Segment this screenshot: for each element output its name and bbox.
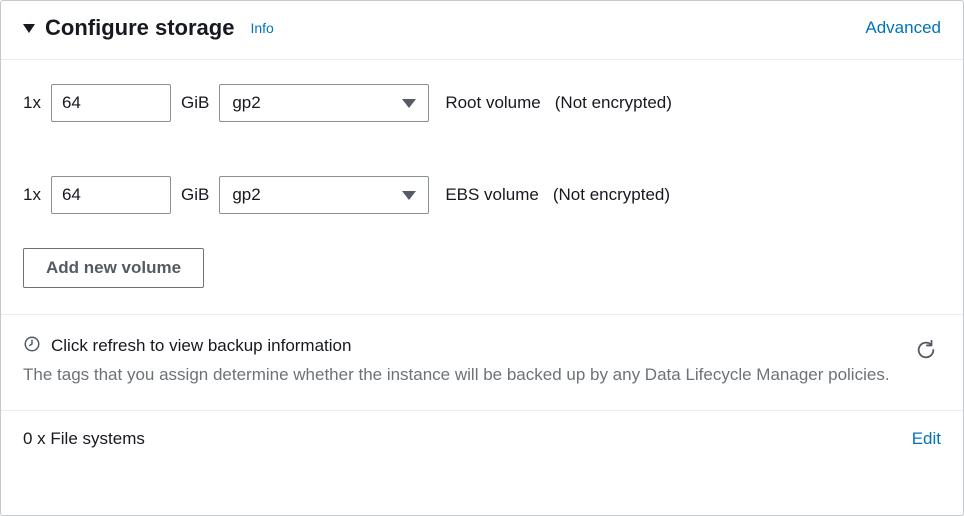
- volume-type-value: gp2: [232, 93, 260, 113]
- volume-row-root: 1x GiB gp2 Root volume (Not encrypted): [23, 84, 941, 122]
- volume-label: EBS volume: [445, 185, 539, 205]
- backup-description: The tags that you assign determine wheth…: [23, 362, 911, 388]
- volume-encryption: (Not encrypted): [553, 185, 670, 205]
- backup-title: Click refresh to view backup information: [51, 336, 351, 356]
- clock-icon: [23, 335, 41, 356]
- collapse-toggle-icon[interactable]: [23, 24, 35, 33]
- info-link[interactable]: Info: [250, 20, 273, 36]
- volume-unit: GiB: [181, 185, 209, 205]
- volume-label: Root volume: [445, 93, 540, 113]
- advanced-link[interactable]: Advanced: [865, 18, 941, 38]
- panel-header: Configure storage Info Advanced: [1, 1, 963, 60]
- volume-unit: GiB: [181, 93, 209, 113]
- volume-type-select[interactable]: gp2: [219, 176, 429, 214]
- volume-row-ebs: 1x GiB gp2 EBS volume (Not encrypted): [23, 176, 941, 214]
- volume-type-value: gp2: [232, 185, 260, 205]
- panel-body: 1x GiB gp2 Root volume (Not encrypted) 1…: [1, 60, 963, 314]
- refresh-button[interactable]: [911, 335, 941, 368]
- filesystem-edit-link[interactable]: Edit: [912, 429, 941, 449]
- backup-header: Click refresh to view backup information: [23, 335, 911, 356]
- filesystem-section: 0 x File systems Edit: [1, 410, 963, 467]
- backup-left: Click refresh to view backup information…: [23, 335, 911, 388]
- caret-down-icon: [402, 191, 416, 200]
- volume-encryption: (Not encrypted): [555, 93, 672, 113]
- volume-type-select-wrapper: gp2: [219, 176, 429, 214]
- configure-storage-panel: Configure storage Info Advanced 1x GiB g…: [0, 0, 964, 516]
- volume-count: 1x: [23, 93, 41, 113]
- add-new-volume-button[interactable]: Add new volume: [23, 248, 204, 288]
- volume-type-select[interactable]: gp2: [219, 84, 429, 122]
- caret-down-icon: [402, 99, 416, 108]
- volume-type-select-wrapper: gp2: [219, 84, 429, 122]
- filesystem-label: 0 x File systems: [23, 429, 145, 449]
- volume-count: 1x: [23, 185, 41, 205]
- refresh-icon: [915, 349, 937, 364]
- backup-info-section: Click refresh to view backup information…: [1, 314, 963, 410]
- volume-size-input[interactable]: [51, 84, 171, 122]
- panel-header-left: Configure storage Info: [23, 15, 274, 41]
- panel-title: Configure storage: [45, 15, 234, 41]
- volume-size-input[interactable]: [51, 176, 171, 214]
